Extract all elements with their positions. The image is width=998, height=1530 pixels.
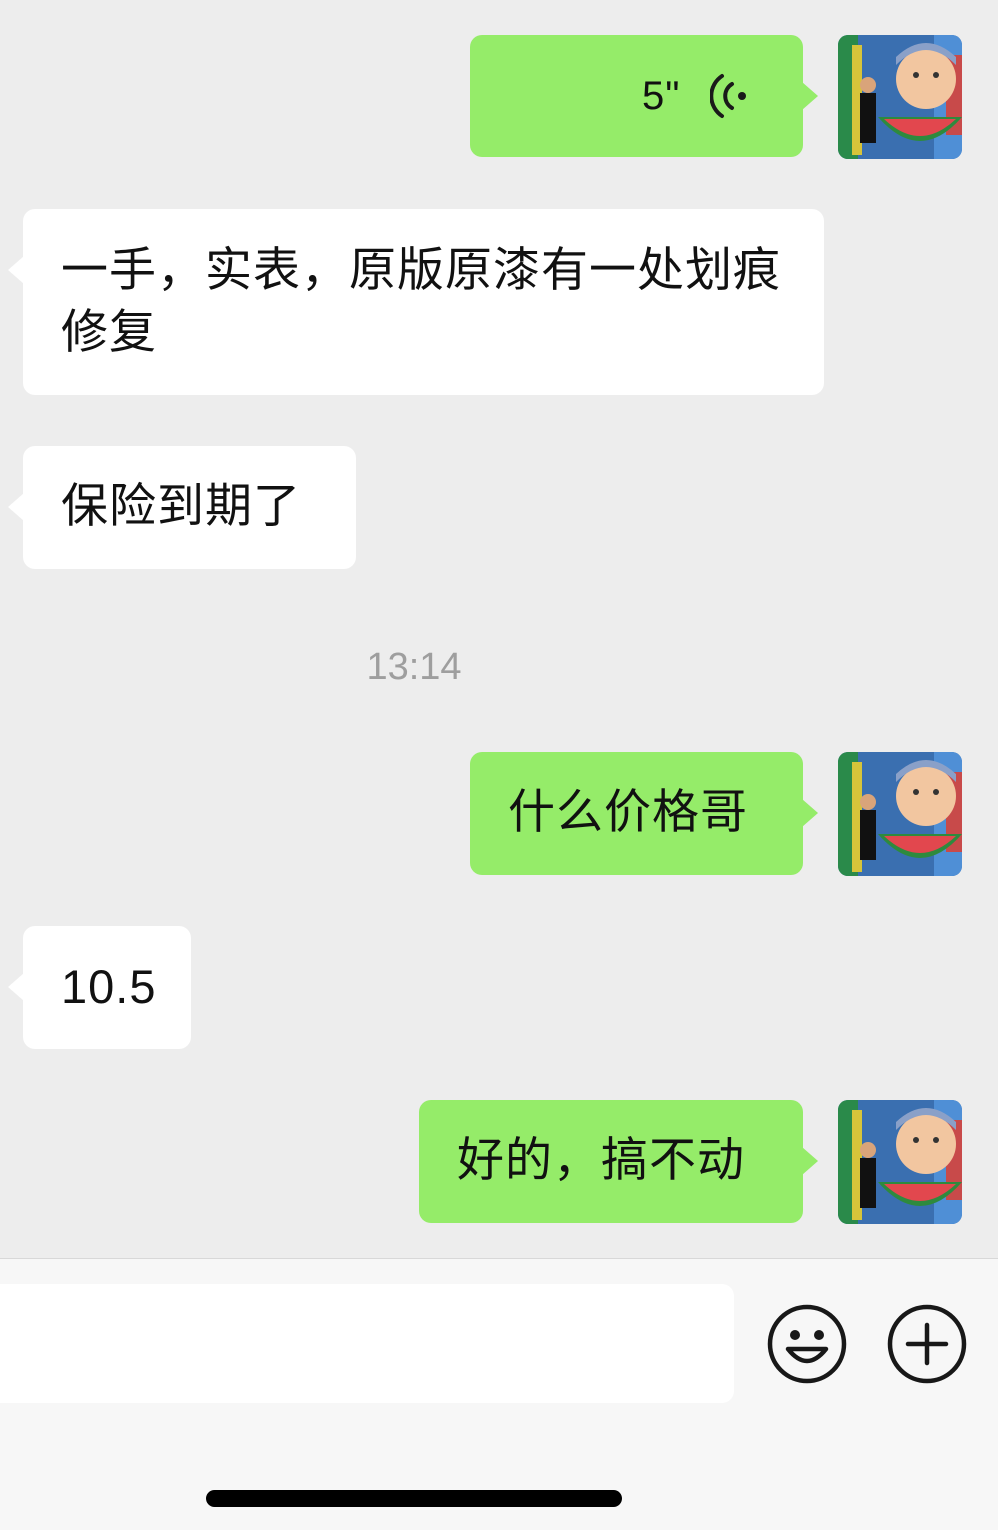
sent-message-bubble[interactable]: 什么价格哥 (470, 752, 818, 875)
message-text: 10.5 (61, 960, 157, 1013)
message-input[interactable] (0, 1284, 734, 1403)
my-avatar[interactable] (838, 752, 962, 876)
message-text: 一手，实表，原版原漆有一处划痕修复 (61, 243, 781, 360)
my-avatar[interactable] (838, 1100, 962, 1224)
plus-circle-icon (887, 1304, 967, 1384)
received-message-bubble[interactable]: 10.5 (8, 926, 191, 1049)
voice-wave-icon (709, 73, 750, 135)
message-timestamp: 13:14 (366, 646, 462, 688)
emoji-button[interactable] (766, 1303, 848, 1389)
chat-area[interactable]: 5" 一手，实表，原版原漆有一处划痕修复 保险到期了 13:14 什么价格哥 1… (0, 0, 998, 1258)
sent-message-bubble[interactable]: 好的，搞不动 (419, 1100, 818, 1223)
message-text: 好的，搞不动 (457, 1133, 745, 1188)
home-indicator[interactable] (206, 1490, 622, 1507)
voice-message-bubble[interactable]: 5" (470, 35, 818, 157)
message-text: 什么价格哥 (508, 785, 748, 840)
input-bar (0, 1258, 998, 1530)
more-button[interactable] (886, 1303, 968, 1389)
voice-duration: 5" (642, 74, 681, 118)
received-message-bubble[interactable]: 一手，实表，原版原漆有一处划痕修复 (8, 209, 824, 395)
received-message-bubble[interactable]: 保险到期了 (8, 446, 356, 569)
my-avatar[interactable] (838, 35, 962, 159)
smiley-face-icon (767, 1304, 847, 1384)
message-text: 保险到期了 (61, 479, 301, 534)
